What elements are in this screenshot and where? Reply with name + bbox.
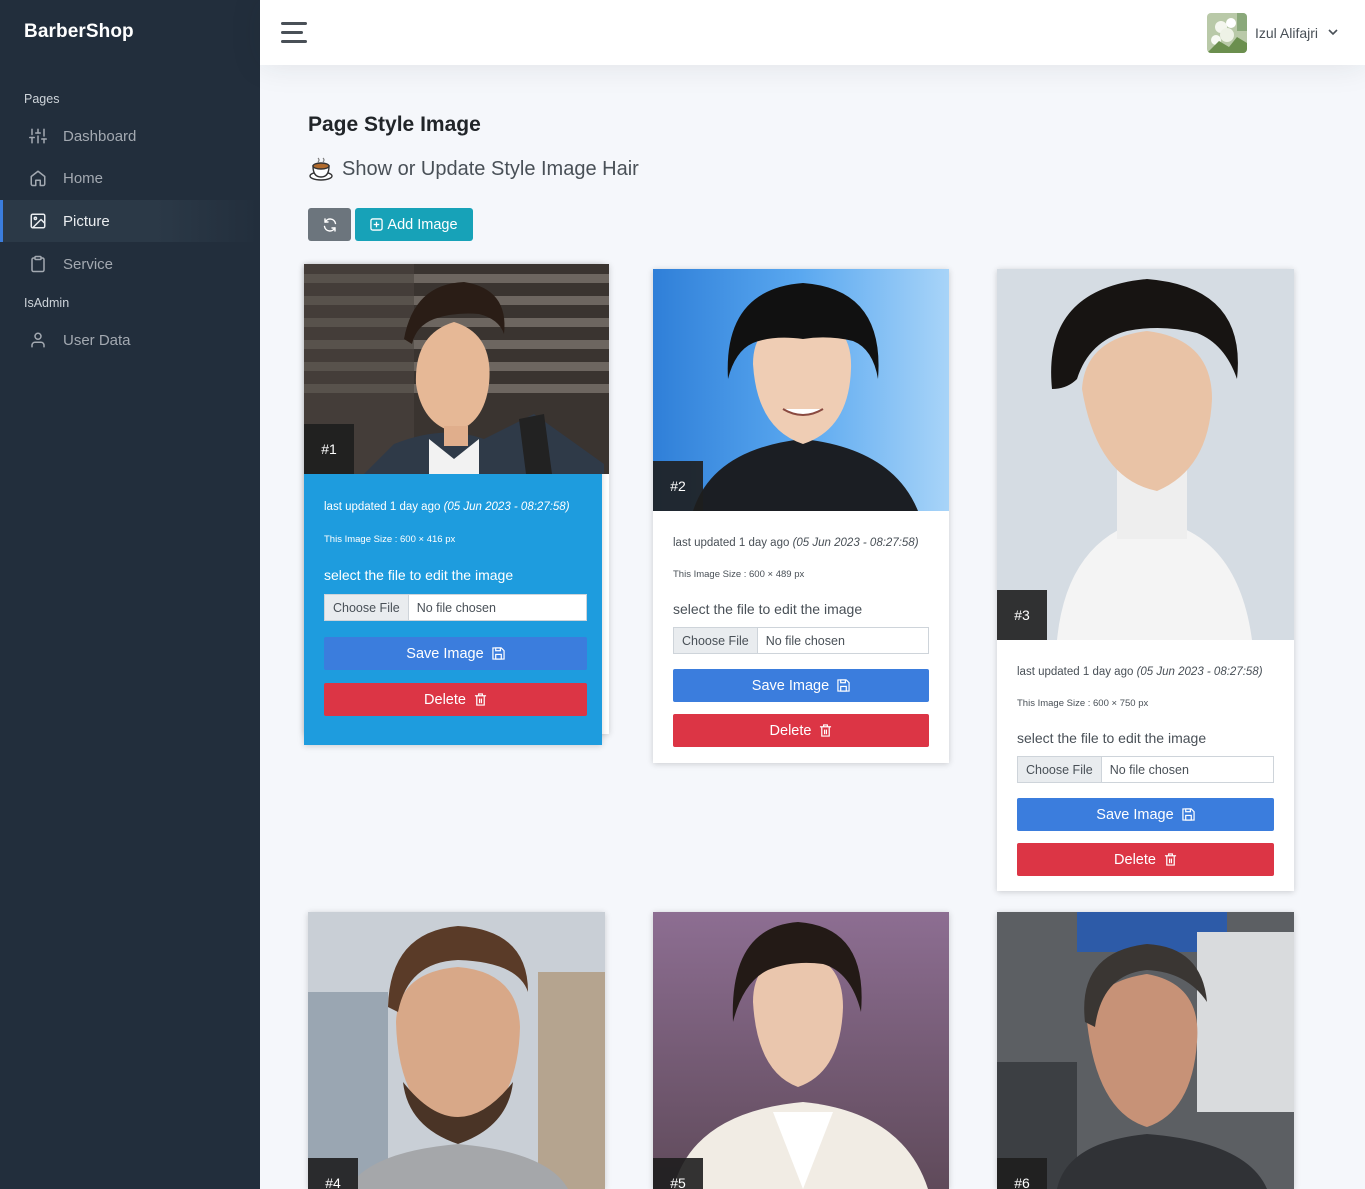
updated-label: last updated 1 day ago xyxy=(673,537,790,549)
style-card-1[interactable]: #1 last updated 1 day ago (05 Jun 2023 -… xyxy=(304,264,609,745)
file-input[interactable]: Choose File No file chosen xyxy=(324,594,587,621)
chevron-down-icon[interactable] xyxy=(1327,26,1339,38)
choose-file-button[interactable]: Choose File xyxy=(1018,757,1102,782)
save-icon xyxy=(1182,808,1195,821)
sidebar-item-label: Dashboard xyxy=(63,127,137,145)
add-image-button[interactable]: Add Image xyxy=(355,208,473,241)
last-updated-text: last updated 1 day ago (05 Jun 2023 - 08… xyxy=(1017,666,1263,678)
sidebar-item-home[interactable]: Home xyxy=(0,157,260,199)
updated-label: last updated 1 day ago xyxy=(324,501,441,513)
save-image-label: Save Image xyxy=(751,677,830,694)
card-number-badge: #5 xyxy=(653,1158,703,1189)
no-file-text: No file chosen xyxy=(1109,762,1189,777)
delete-label: Delete xyxy=(769,722,812,739)
card-number-badge: #6 xyxy=(997,1158,1047,1189)
style-card-4[interactable]: #4 xyxy=(308,912,605,1189)
style-photo xyxy=(997,269,1294,640)
save-image-label: Save Image xyxy=(1096,806,1174,823)
select-file-label: select the file to edit the image xyxy=(324,567,514,583)
choose-file-button[interactable]: Choose File xyxy=(325,595,409,620)
last-updated-text: last updated 1 day ago (05 Jun 2023 - 08… xyxy=(324,501,570,513)
updated-date: (05 Jun 2023 - 08:27:58) xyxy=(1136,666,1263,678)
sidebar-header-admin: IsAdmin xyxy=(24,296,70,310)
menu-toggle-icon[interactable] xyxy=(281,22,307,44)
save-image-button[interactable]: Save Image xyxy=(324,637,587,670)
add-image-label: Add Image xyxy=(387,216,458,233)
sidebar-item-label: Service xyxy=(63,255,114,273)
sidebar-item-label: Picture xyxy=(63,212,110,230)
delete-button[interactable]: Delete xyxy=(1017,843,1274,876)
style-card-6[interactable]: #6 xyxy=(997,912,1294,1189)
save-image-button[interactable]: Save Image xyxy=(1017,798,1274,831)
refresh-icon xyxy=(323,217,336,232)
save-icon xyxy=(837,679,850,692)
sidebar-item-user-data[interactable]: User Data xyxy=(0,319,260,361)
updated-label: last updated 1 day ago xyxy=(1017,666,1134,678)
sidebar-item-service[interactable]: Service xyxy=(0,243,260,285)
sidebar-item-dashboard[interactable]: Dashboard xyxy=(0,115,260,157)
image-size-text: This Image Size : 600 × 416 px xyxy=(324,534,456,545)
style-card-3[interactable]: #3 last updated 1 day ago (05 Jun 2023 -… xyxy=(997,269,1294,891)
updated-date: (05 Jun 2023 - 08:27:58) xyxy=(443,501,570,513)
user-icon xyxy=(28,330,48,350)
refresh-button[interactable] xyxy=(308,208,351,241)
style-card-2[interactable]: #2 last updated 1 day ago (05 Jun 2023 -… xyxy=(653,269,949,763)
brand-logo[interactable]: BarberShop xyxy=(24,21,134,43)
page-title-bold: Page xyxy=(308,113,359,136)
save-icon xyxy=(492,647,505,660)
sidebar-item-label: User Data xyxy=(63,331,131,349)
choose-file-button[interactable]: Choose File xyxy=(674,628,758,653)
coffee-cup-icon xyxy=(309,157,333,181)
image-size-text: This Image Size : 600 × 489 px xyxy=(673,569,805,580)
card-number-badge: #3 xyxy=(997,590,1047,640)
file-input[interactable]: Choose File No file chosen xyxy=(1017,756,1274,783)
sidebar-item-label: Home xyxy=(63,169,104,187)
select-file-label: select the file to edit the image xyxy=(1017,730,1207,746)
image-size-text: This Image Size : 600 × 750 px xyxy=(1017,698,1149,709)
save-image-button[interactable]: Save Image xyxy=(673,669,929,702)
trash-icon xyxy=(474,693,487,706)
save-image-label: Save Image xyxy=(406,645,484,662)
style-photo xyxy=(653,912,949,1189)
delete-button[interactable]: Delete xyxy=(673,714,929,747)
image-icon xyxy=(28,211,48,231)
style-photo xyxy=(997,912,1294,1189)
delete-button[interactable]: Delete xyxy=(324,683,587,716)
sliders-icon xyxy=(28,126,48,146)
home-icon xyxy=(28,168,48,188)
no-file-text: No file chosen xyxy=(765,633,845,648)
card-number-badge: #2 xyxy=(653,461,703,511)
user-name[interactable]: Izul Alifajri xyxy=(1255,25,1318,41)
trash-icon xyxy=(820,724,832,737)
updated-date: (05 Jun 2023 - 08:27:58) xyxy=(792,537,919,549)
trash-icon xyxy=(1164,853,1177,866)
delete-label: Delete xyxy=(424,691,466,708)
style-card-5[interactable]: #5 xyxy=(653,912,949,1189)
sidebar-header-pages: Pages xyxy=(24,92,60,106)
sidebar: BarberShop Pages Dashboard Home Picture … xyxy=(0,0,260,1189)
topbar: Izul Alifajri xyxy=(260,0,1365,65)
style-photo xyxy=(308,912,605,1189)
page-subtitle: Show or Update Style Image Hair xyxy=(308,157,639,181)
no-file-text: No file chosen xyxy=(416,600,496,615)
plus-square-icon xyxy=(370,218,384,231)
clipboard-icon xyxy=(28,254,48,274)
page-title: Page Style Image xyxy=(308,113,481,137)
last-updated-text: last updated 1 day ago (05 Jun 2023 - 08… xyxy=(673,537,919,549)
file-input[interactable]: Choose File No file chosen xyxy=(673,627,929,654)
select-file-label: select the file to edit the image xyxy=(673,601,863,617)
page-title-rest: Style Image xyxy=(358,113,481,136)
avatar[interactable] xyxy=(1207,13,1247,53)
delete-label: Delete xyxy=(1114,851,1156,868)
card-number-badge: #1 xyxy=(304,424,354,474)
subtitle-text: Show or Update Style Image Hair xyxy=(342,157,639,180)
sidebar-item-picture[interactable]: Picture xyxy=(0,200,260,242)
card-number-badge: #4 xyxy=(308,1158,358,1189)
